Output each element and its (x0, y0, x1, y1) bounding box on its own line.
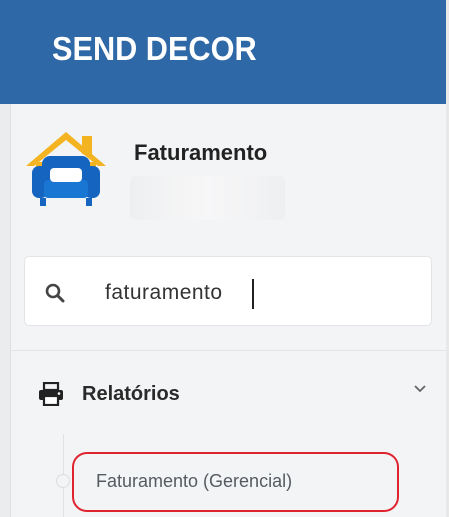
submenu-item-label: Faturamento (Gerencial) (96, 471, 293, 491)
sofa-house-logo-icon (20, 122, 112, 214)
user-subtitle-blurred (130, 176, 285, 220)
search-input[interactable]: faturamento (24, 256, 432, 326)
sidebar-border (0, 104, 11, 517)
app-title[interactable]: SEND DECOR (52, 30, 257, 68)
menu-group-label: Relatórios (82, 383, 180, 405)
submenu-bullet (56, 474, 70, 488)
search-value: faturamento (105, 281, 223, 304)
chevron-down-icon[interactable] (412, 381, 428, 397)
divider (10, 350, 446, 351)
printer-icon (38, 381, 64, 407)
submenu-item-faturamento-gerencial[interactable]: Faturamento (Gerencial) (72, 452, 399, 512)
text-caret (252, 279, 254, 309)
search-icon (44, 282, 66, 304)
menu-group-relatorios[interactable]: Relatórios (10, 362, 446, 422)
user-name: Faturamento (134, 140, 268, 165)
top-bar: SEND DECOR (0, 0, 446, 104)
